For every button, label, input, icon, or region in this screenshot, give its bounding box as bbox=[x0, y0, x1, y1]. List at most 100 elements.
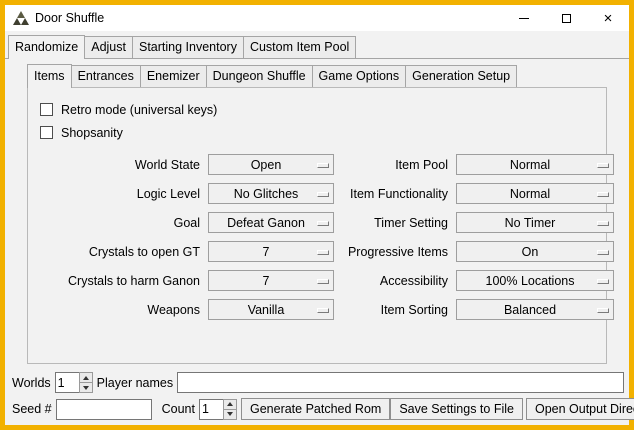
tab-items[interactable]: Items bbox=[27, 64, 72, 88]
arrow-down-icon bbox=[227, 412, 233, 416]
logic-level-dropdown[interactable]: No Glitches bbox=[208, 183, 334, 204]
accessibility-dropdown[interactable]: 100% Locations bbox=[456, 270, 614, 291]
inner-tab-bar: Items Entrances Enemizer Dungeon Shuffle… bbox=[27, 64, 607, 87]
maximize-icon bbox=[562, 14, 571, 23]
item-pool-label: Item Pool bbox=[342, 158, 448, 172]
worlds-spin-up-button[interactable] bbox=[79, 372, 93, 383]
dropdown-indicator-icon bbox=[597, 279, 609, 284]
dropdown-indicator-icon bbox=[317, 279, 329, 284]
count-spin-buttons bbox=[223, 399, 237, 420]
world-state-dropdown[interactable]: Open bbox=[208, 154, 334, 175]
seed-input[interactable] bbox=[56, 399, 152, 420]
count-label: Count bbox=[162, 402, 195, 416]
item-functionality-dropdown[interactable]: Normal bbox=[456, 183, 614, 204]
shopsanity-row: Shopsanity bbox=[40, 121, 600, 144]
worlds-spin-buttons bbox=[79, 372, 93, 393]
player-names-input[interactable] bbox=[177, 372, 624, 393]
crystals-harm-ganon-label: Crystals to harm Ganon bbox=[40, 274, 200, 288]
goal-label: Goal bbox=[40, 216, 200, 230]
seed-row: Seed # Count Generate Patched Rom Save S… bbox=[5, 398, 629, 420]
goal-dropdown[interactable]: Defeat Ganon bbox=[208, 212, 334, 233]
count-spin-down-button[interactable] bbox=[223, 410, 237, 420]
worlds-row: Worlds Player names bbox=[5, 372, 629, 393]
crystals-open-gt-label: Crystals to open GT bbox=[40, 245, 200, 259]
open-output-directory-button[interactable]: Open Output Directory bbox=[526, 398, 634, 420]
dropdown-indicator-icon bbox=[317, 163, 329, 168]
crystals-open-gt-dropdown[interactable]: 7 bbox=[208, 241, 334, 262]
count-input[interactable] bbox=[199, 399, 223, 420]
tab-generation-setup[interactable]: Generation Setup bbox=[405, 65, 517, 87]
dropdown-indicator-icon bbox=[597, 163, 609, 168]
tab-custom-item-pool[interactable]: Custom Item Pool bbox=[243, 36, 356, 58]
app-icon bbox=[13, 10, 29, 26]
dropdown-indicator-icon bbox=[597, 192, 609, 197]
close-icon: × bbox=[604, 11, 613, 26]
options-grid: World State Open Item Pool Normal Logic … bbox=[40, 154, 600, 320]
progressive-items-dropdown[interactable]: On bbox=[456, 241, 614, 262]
world-state-label: World State bbox=[40, 158, 200, 172]
dropdown-indicator-icon bbox=[317, 221, 329, 226]
seed-label: Seed # bbox=[12, 402, 52, 416]
dropdown-indicator-icon bbox=[317, 192, 329, 197]
item-sorting-dropdown[interactable]: Balanced bbox=[456, 299, 614, 320]
maximize-button[interactable] bbox=[545, 5, 587, 31]
count-spin-up-button[interactable] bbox=[223, 399, 237, 410]
accessibility-label: Accessibility bbox=[342, 274, 448, 288]
tab-game-options[interactable]: Game Options bbox=[312, 65, 407, 87]
dropdown-indicator-icon bbox=[597, 250, 609, 255]
tab-entrances[interactable]: Entrances bbox=[71, 65, 141, 87]
retro-mode-row: Retro mode (universal keys) bbox=[40, 98, 600, 121]
outer-tab-bar: Randomize Adjust Starting Inventory Cust… bbox=[5, 31, 629, 58]
item-pool-dropdown[interactable]: Normal bbox=[456, 154, 614, 175]
weapons-value: Vanilla bbox=[248, 303, 285, 317]
close-button[interactable]: × bbox=[587, 5, 629, 31]
tab-dungeon-shuffle[interactable]: Dungeon Shuffle bbox=[206, 65, 313, 87]
window-title: Door Shuffle bbox=[35, 11, 104, 25]
item-functionality-label: Item Functionality bbox=[342, 187, 448, 201]
items-pane: Retro mode (universal keys) Shopsanity W… bbox=[27, 87, 607, 364]
progressive-items-label: Progressive Items bbox=[342, 245, 448, 259]
weapons-dropdown[interactable]: Vanilla bbox=[208, 299, 334, 320]
item-pool-value: Normal bbox=[510, 158, 550, 172]
save-settings-button[interactable]: Save Settings to File bbox=[390, 398, 523, 420]
logic-level-label: Logic Level bbox=[40, 187, 200, 201]
goal-value: Defeat Ganon bbox=[227, 216, 305, 230]
logic-level-value: No Glitches bbox=[234, 187, 299, 201]
tab-enemizer[interactable]: Enemizer bbox=[140, 65, 207, 87]
retro-mode-checkbox[interactable] bbox=[40, 103, 53, 116]
dropdown-indicator-icon bbox=[597, 221, 609, 226]
door-shuffle-window: Door Shuffle × Randomize Adjust Starting… bbox=[0, 0, 634, 430]
shopsanity-checkbox[interactable] bbox=[40, 126, 53, 139]
accessibility-value: 100% Locations bbox=[486, 274, 575, 288]
player-names-label: Player names bbox=[97, 376, 173, 390]
worlds-input[interactable] bbox=[55, 372, 79, 393]
tab-randomize[interactable]: Randomize bbox=[8, 35, 85, 59]
dropdown-indicator-icon bbox=[317, 250, 329, 255]
title-bar[interactable]: Door Shuffle × bbox=[5, 5, 629, 31]
progressive-items-value: On bbox=[522, 245, 539, 259]
weapons-label: Weapons bbox=[40, 303, 200, 317]
count-spinner bbox=[199, 399, 237, 420]
crystals-harm-ganon-value: 7 bbox=[263, 274, 270, 288]
timer-setting-label: Timer Setting bbox=[342, 216, 448, 230]
crystals-open-gt-value: 7 bbox=[263, 245, 270, 259]
tab-adjust[interactable]: Adjust bbox=[84, 36, 133, 58]
timer-setting-value: No Timer bbox=[505, 216, 556, 230]
dropdown-indicator-icon bbox=[597, 308, 609, 313]
minimize-button[interactable] bbox=[503, 5, 545, 31]
world-state-value: Open bbox=[251, 158, 282, 172]
generate-patched-rom-button[interactable]: Generate Patched Rom bbox=[241, 398, 390, 420]
window-controls: × bbox=[503, 5, 629, 31]
arrow-up-icon bbox=[227, 402, 233, 406]
dropdown-indicator-icon bbox=[317, 308, 329, 313]
arrow-up-icon bbox=[83, 376, 89, 380]
worlds-spin-down-button[interactable] bbox=[79, 383, 93, 393]
timer-setting-dropdown[interactable]: No Timer bbox=[456, 212, 614, 233]
tab-starting-inventory[interactable]: Starting Inventory bbox=[132, 36, 244, 58]
arrow-down-icon bbox=[83, 386, 89, 390]
item-sorting-label: Item Sorting bbox=[342, 303, 448, 317]
crystals-harm-ganon-dropdown[interactable]: 7 bbox=[208, 270, 334, 291]
retro-mode-label: Retro mode (universal keys) bbox=[61, 103, 217, 117]
minimize-icon bbox=[519, 18, 529, 19]
worlds-spinner bbox=[55, 372, 93, 393]
